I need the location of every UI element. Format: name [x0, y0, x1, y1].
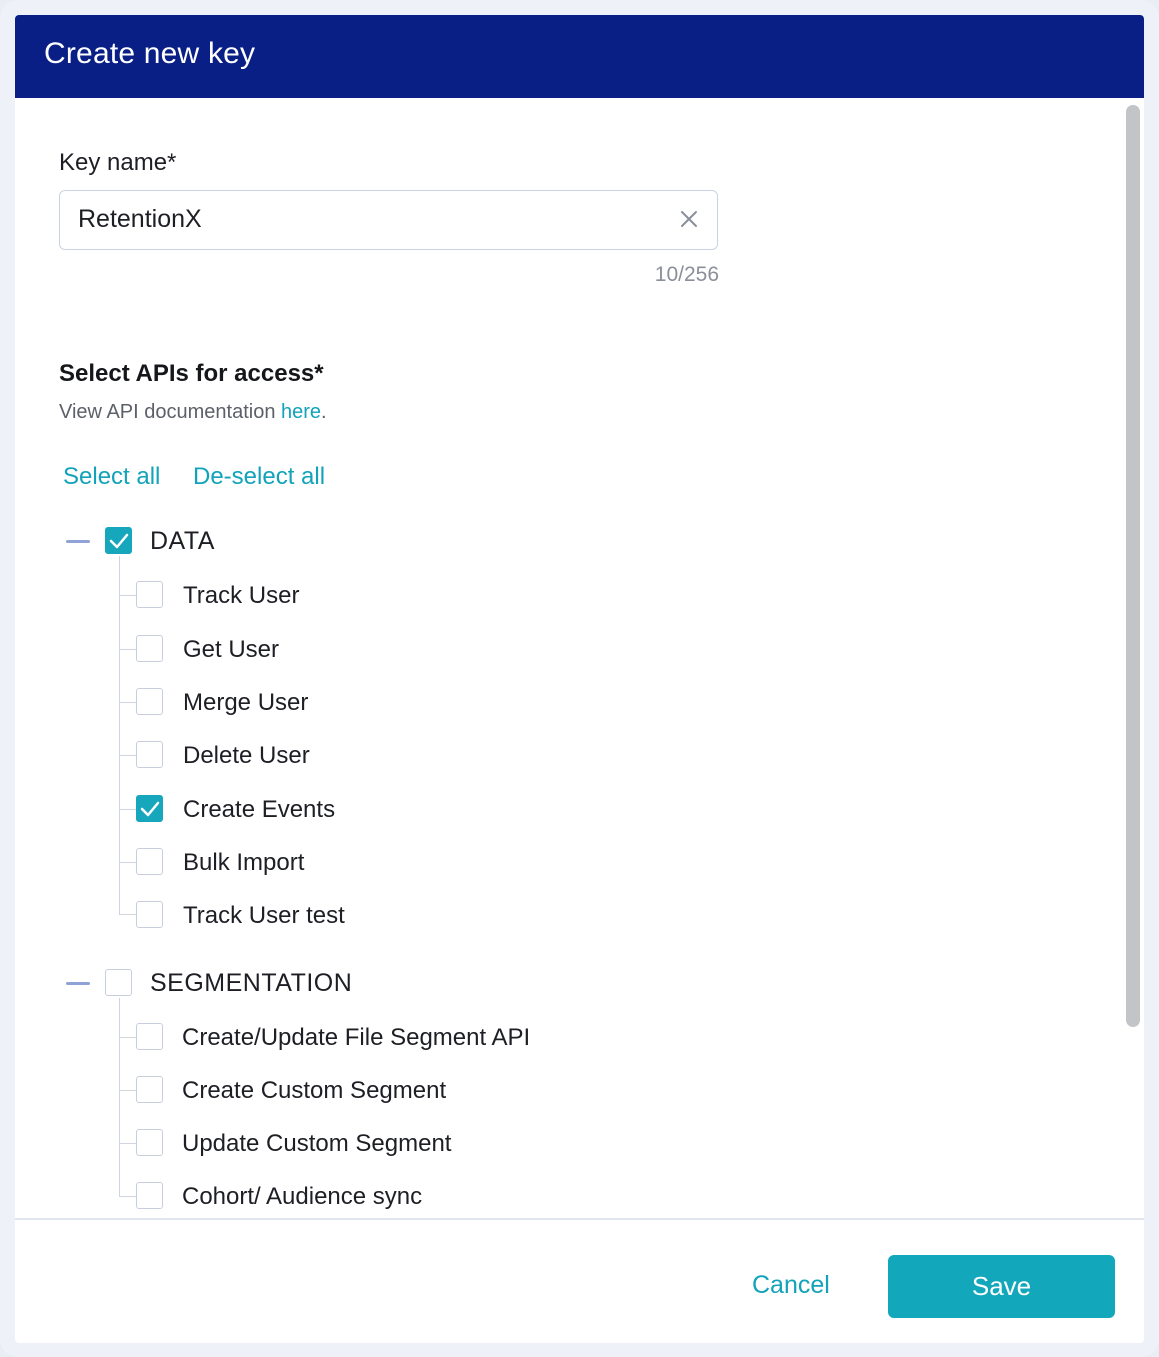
audience-sync-label: Cohort/ Audience sync	[182, 1183, 423, 1210]
track-user-checkbox[interactable]	[136, 581, 163, 608]
tree-connector	[119, 649, 136, 650]
create-events-label: Create Events	[183, 796, 336, 823]
check-icon	[140, 801, 160, 817]
cancel-button[interactable]: Cancel	[752, 1271, 830, 1300]
footer-divider	[15, 1218, 1144, 1220]
collapse-segmentation-icon[interactable]	[66, 982, 90, 985]
file-segment-api-label: Create/Update File Segment API	[182, 1024, 531, 1051]
tree-connector	[119, 755, 136, 756]
api-doc-period: .	[321, 401, 327, 423]
tree-connector	[119, 1037, 136, 1038]
dialog-title: Create new key	[44, 37, 256, 70]
update-custom-segment-label: Update Custom Segment	[182, 1130, 452, 1157]
key-name-label: Key name*	[59, 149, 177, 176]
tree-connector	[119, 809, 136, 810]
bulk-import-label: Bulk Import	[183, 849, 305, 876]
merge-user-checkbox[interactable]	[136, 688, 163, 715]
select-all-link[interactable]: Select all	[63, 463, 160, 491]
apis-section-title: Select APIs for access*	[59, 360, 324, 387]
deselect-all-link[interactable]: De-select all	[193, 463, 325, 491]
get-user-checkbox[interactable]	[136, 635, 163, 662]
tree-connector	[119, 1196, 136, 1197]
tree-line	[119, 998, 120, 1196]
tree-connector	[119, 862, 136, 863]
tree-connector	[119, 595, 136, 596]
merge-user-label: Merge User	[183, 689, 309, 716]
dialog-header: Create new key	[15, 15, 1144, 98]
dialog-frame: Create new key Key name* RetentionX 10/2…	[0, 0, 1159, 1357]
tree-connector	[119, 1143, 136, 1144]
create-custom-segment-label: Create Custom Segment	[182, 1077, 447, 1104]
api-doc-link[interactable]: here	[281, 401, 321, 423]
create-key-dialog: Create new key Key name* RetentionX 10/2…	[15, 15, 1144, 1343]
create-events-checkbox[interactable]	[136, 795, 163, 822]
character-counter: 10/256	[654, 263, 719, 286]
track-user-test-label: Track User test	[183, 902, 345, 929]
data-group-label: DATA	[150, 527, 215, 555]
track-user-test-checkbox[interactable]	[136, 901, 163, 928]
update-custom-segment-checkbox[interactable]	[136, 1129, 163, 1156]
audience-sync-checkbox[interactable]	[136, 1182, 163, 1209]
get-user-label: Get User	[183, 636, 280, 663]
segmentation-group-checkbox[interactable]	[105, 969, 132, 996]
tree-connector	[119, 1090, 136, 1091]
bulk-import-checkbox[interactable]	[136, 848, 163, 875]
api-doc-text: View API documentation	[59, 401, 281, 423]
segmentation-group-label: SEGMENTATION	[150, 969, 353, 997]
data-group-checkbox[interactable]	[105, 527, 132, 554]
tree-connector	[119, 914, 136, 915]
clear-icon[interactable]	[677, 207, 701, 231]
key-name-input[interactable]: RetentionX	[59, 190, 718, 250]
scrollbar-thumb[interactable]	[1126, 105, 1140, 1027]
check-icon	[109, 533, 129, 549]
tree-connector	[119, 702, 136, 703]
collapse-data-icon[interactable]	[66, 540, 90, 543]
tree-line	[119, 556, 120, 914]
create-custom-segment-checkbox[interactable]	[136, 1076, 163, 1103]
key-name-value[interactable]: RetentionX	[78, 205, 202, 234]
track-user-label: Track User	[183, 582, 300, 609]
file-segment-api-checkbox[interactable]	[136, 1023, 163, 1050]
api-doc-line: View API documentation here.	[59, 401, 327, 424]
save-button[interactable]: Save	[888, 1255, 1115, 1318]
delete-user-checkbox[interactable]	[136, 741, 163, 768]
delete-user-label: Delete User	[183, 742, 310, 769]
